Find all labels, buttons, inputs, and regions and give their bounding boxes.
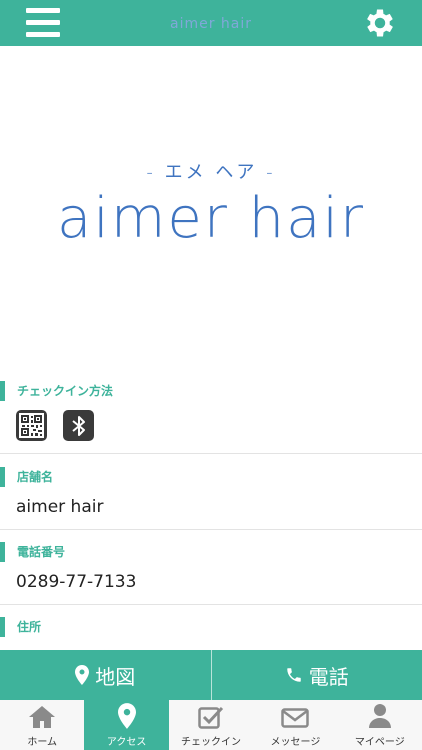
gear-icon[interactable] [362,5,398,41]
store-name-label: 店舗名 [0,466,53,488]
checkin-method-section: チェックイン方法 [0,380,422,454]
action-bar: 地図 電話 [0,650,422,700]
phone-icon [287,668,301,682]
phone-value[interactable]: 0289-77-7133 [16,572,136,592]
tab-home[interactable]: ホーム [0,700,84,750]
store-name-section: 店舗名 aimer hair [0,466,422,530]
tab-mypage[interactable]: マイページ [338,700,422,750]
qr-code-icon [16,410,47,441]
checkin-method-label: チェックイン方法 [0,380,113,402]
map-pin-icon [117,703,136,729]
hero-logo-area: - エメ ヘア - aimer hair [0,46,422,368]
tab-access[interactable]: アクセス [84,700,169,750]
app-title: aimer hair [169,16,253,32]
map-pin-icon [75,665,90,685]
phone-label: 電話番号 [0,541,65,563]
address-label: 住所 [0,616,41,638]
user-icon [368,704,391,728]
tab-message[interactable]: メッセージ [253,700,337,750]
tab-mypage-label: マイページ [354,737,405,748]
tab-message-label: メッセージ [270,737,321,748]
bottom-tab-bar: ホーム アクセス チェックイン メッセージ マイページ [0,700,422,750]
address-section: 住所 [0,616,422,650]
logo-subtitle: - エメ ヘア - [146,162,276,183]
checkbox-icon [198,706,224,729]
top-bar: aimer hair [0,0,422,46]
tab-access-label: アクセス [106,737,147,748]
store-name-value: aimer hair [16,497,104,517]
envelope-icon [281,708,310,728]
logo-text: aimer hair [56,186,366,251]
bluetooth-icon [63,410,94,441]
tab-home-label: ホーム [27,737,58,748]
call-button[interactable]: 電話 [210,650,422,700]
tab-checkin[interactable]: チェックイン [169,700,253,750]
phone-section: 電話番号 0289-77-7133 [0,541,422,605]
home-icon [29,706,56,728]
map-button[interactable]: 地図 [0,650,211,700]
map-button-label: 地図 [95,664,136,689]
call-button-label: 電話 [308,664,349,689]
tab-checkin-label: チェックイン [181,737,242,748]
